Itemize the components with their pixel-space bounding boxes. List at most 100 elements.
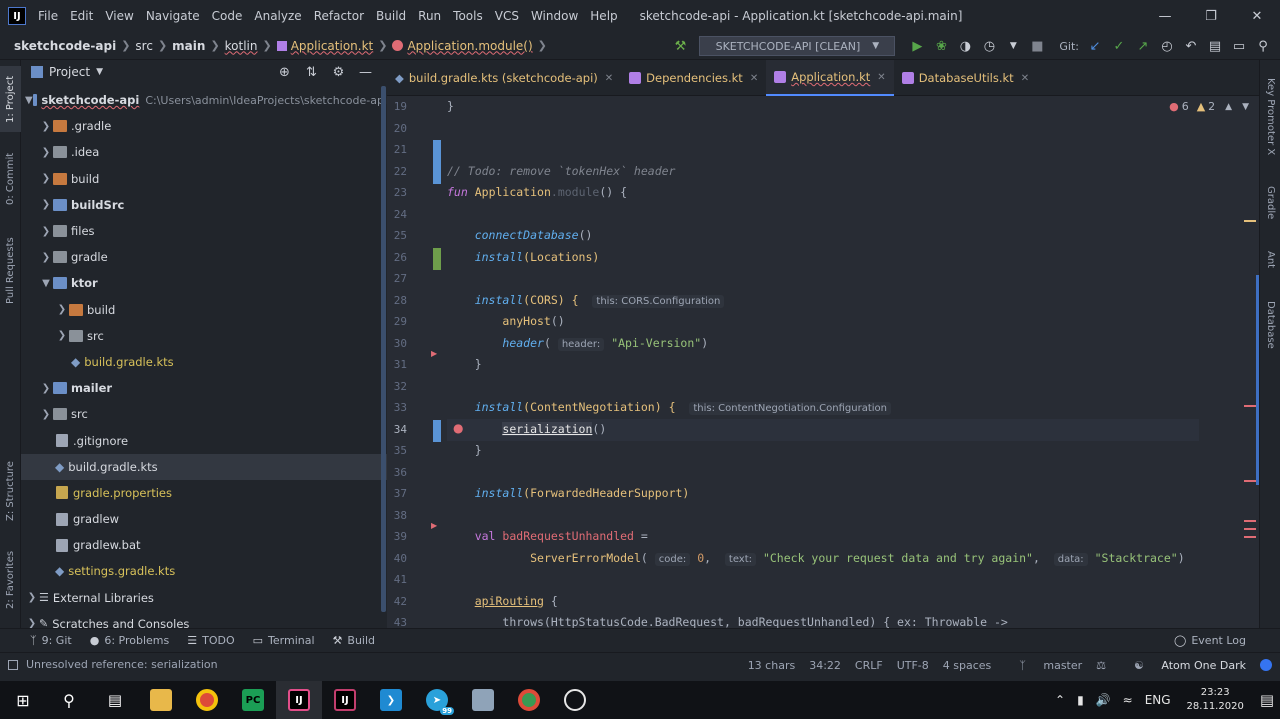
- tree-item-mailer[interactable]: ❯ mailer: [21, 375, 387, 401]
- language-indicator[interactable]: ENG: [1145, 693, 1171, 707]
- menu-refactor[interactable]: Refactor: [308, 0, 370, 32]
- breadcrumb-file[interactable]: Application.kt: [291, 39, 374, 53]
- debug-icon[interactable]: ❀: [930, 39, 952, 54]
- close-tab-icon[interactable]: ✕: [877, 72, 885, 83]
- file-encoding[interactable]: UTF-8: [897, 659, 929, 672]
- taskbar-intellij-2[interactable]: IJ: [322, 681, 368, 719]
- chevron-right-icon[interactable]: ❯: [25, 592, 39, 603]
- more-run-chevron-icon[interactable]: ▼: [1002, 41, 1024, 51]
- git-commit-icon[interactable]: ✓: [1108, 39, 1130, 54]
- tool-tab-pull-requests[interactable]: Pull Requests: [0, 226, 21, 316]
- error-stripe[interactable]: [1244, 405, 1256, 407]
- breadcrumb-project[interactable]: sketchcode-api: [14, 39, 116, 53]
- fold-marker-icon[interactable]: ▶: [431, 349, 437, 358]
- close-icon[interactable]: ✕: [1234, 0, 1280, 32]
- notification-icon[interactable]: [1260, 659, 1272, 671]
- error-stripe[interactable]: [1244, 520, 1256, 522]
- breadcrumb-main[interactable]: main: [172, 39, 205, 53]
- tree-item-gradle[interactable]: ❯ gradle: [21, 244, 387, 270]
- menu-help[interactable]: Help: [584, 0, 623, 32]
- menu-analyze[interactable]: Analyze: [248, 0, 307, 32]
- git-branch-widget[interactable]: ᛉ master: [1005, 659, 1082, 672]
- tree-item-files[interactable]: ❯ files: [21, 218, 387, 244]
- toggle-tool-windows-icon[interactable]: [8, 659, 18, 670]
- tool-tab-key-promoter[interactable]: Key Promoter X: [1260, 72, 1280, 162]
- tree-item-ktor-src[interactable]: ❯ src: [21, 323, 387, 349]
- tree-item-buildsrc[interactable]: ❯ buildSrc: [21, 192, 387, 218]
- tree-item-idea[interactable]: ❯ .idea: [21, 139, 387, 165]
- chevron-right-icon[interactable]: ❯: [39, 173, 53, 184]
- start-button[interactable]: ⊞: [0, 681, 46, 719]
- chevron-right-icon[interactable]: ❯: [39, 199, 53, 210]
- hammer-build-icon[interactable]: ⚒: [669, 39, 691, 54]
- theme-widget[interactable]: ☯ Atom One Dark: [1120, 659, 1246, 672]
- tree-item-gradle-properties[interactable]: gradle.properties: [21, 480, 387, 506]
- error-bulb-icon[interactable]: ●: [453, 421, 463, 435]
- menu-vcs[interactable]: VCS: [489, 0, 525, 32]
- taskbar-intellij[interactable]: IJ: [276, 681, 322, 719]
- tree-item-src[interactable]: ❯ src: [21, 401, 387, 427]
- taskbar-pycharm[interactable]: PC: [230, 681, 276, 719]
- menu-navigate[interactable]: Navigate: [140, 0, 206, 32]
- tool-tab-gradle[interactable]: Gradle: [1260, 178, 1280, 228]
- tree-item-build-gradle[interactable]: ◆ build.gradle.kts: [21, 453, 387, 480]
- rollback-icon[interactable]: ↶: [1180, 39, 1202, 54]
- tool-tab-structure[interactable]: Z: Structure: [0, 452, 21, 530]
- volume-icon[interactable]: 🔊: [1096, 693, 1111, 707]
- chevron-down-icon[interactable]: ▼: [25, 95, 33, 106]
- tool-tab-git[interactable]: ᛉ 9: Git: [30, 634, 72, 647]
- chevron-up-icon[interactable]: ▲: [1225, 102, 1232, 112]
- menu-build[interactable]: Build: [370, 0, 412, 32]
- git-push-icon[interactable]: ↗: [1132, 39, 1154, 54]
- hide-icon[interactable]: —: [352, 65, 379, 80]
- project-structure-icon[interactable]: ▤: [1204, 39, 1226, 54]
- chevron-down-icon[interactable]: ▼: [1242, 102, 1249, 112]
- presentation-icon[interactable]: ▭: [1228, 39, 1250, 54]
- search-button[interactable]: ⚲: [46, 681, 92, 719]
- error-stripe[interactable]: [1244, 480, 1256, 482]
- project-panel-title[interactable]: Project: [49, 65, 90, 79]
- git-update-icon[interactable]: ↙: [1084, 39, 1106, 54]
- tool-tab-todo[interactable]: ☰ TODO: [187, 634, 234, 647]
- lock-icon[interactable]: ⚖: [1096, 659, 1106, 672]
- tool-tab-problems[interactable]: ● 6: Problems: [90, 634, 170, 647]
- tab-database-utils[interactable]: DatabaseUtils.kt ✕: [894, 60, 1037, 96]
- menu-tools[interactable]: Tools: [447, 0, 489, 32]
- taskbar-vscode[interactable]: ❯: [368, 681, 414, 719]
- chevron-right-icon[interactable]: ❯: [39, 121, 53, 132]
- error-stripe[interactable]: [1244, 528, 1256, 530]
- tree-item-ktor-build-gradle[interactable]: ◆ build.gradle.kts: [21, 349, 387, 375]
- chevron-down-icon[interactable]: ▼: [96, 67, 103, 77]
- warning-stripe[interactable]: [1244, 220, 1256, 222]
- chevron-right-icon[interactable]: ❯: [39, 147, 53, 158]
- taskbar-github[interactable]: [552, 681, 598, 719]
- breadcrumb-function[interactable]: Application.module(): [407, 39, 532, 53]
- tree-item-gradlew[interactable]: gradlew: [21, 506, 387, 532]
- chevron-up-icon[interactable]: ⌃: [1055, 693, 1065, 707]
- tree-item-gradlew-bat[interactable]: gradlew.bat: [21, 532, 387, 558]
- clock[interactable]: 23:23 28.11.2020: [1187, 686, 1244, 714]
- run-configuration-select[interactable]: SKETCHCODE-API [CLEAN] ▼: [699, 36, 896, 56]
- chevron-right-icon[interactable]: ❯: [55, 304, 69, 315]
- breadcrumb-kotlin[interactable]: kotlin: [225, 39, 258, 53]
- menu-window[interactable]: Window: [525, 0, 584, 32]
- chevron-right-icon[interactable]: ❯: [55, 330, 69, 341]
- event-log-button[interactable]: ◯ Event Log: [1174, 634, 1246, 647]
- line-separator[interactable]: CRLF: [855, 659, 883, 672]
- menu-run[interactable]: Run: [412, 0, 447, 32]
- profile-icon[interactable]: ◷: [978, 39, 1000, 54]
- close-tab-icon[interactable]: ✕: [750, 73, 758, 84]
- notifications-icon[interactable]: ▤: [1260, 691, 1274, 709]
- tool-tab-favorites[interactable]: 2: Favorites: [0, 542, 21, 618]
- menu-view[interactable]: View: [99, 0, 139, 32]
- tool-tab-database[interactable]: Database: [1260, 292, 1280, 358]
- gear-icon[interactable]: ⚙: [325, 65, 352, 80]
- project-panel-scrollbar[interactable]: [381, 86, 386, 612]
- taskbar-explorer[interactable]: [138, 681, 184, 719]
- battery-icon[interactable]: ▮: [1077, 693, 1084, 707]
- tab-build-gradle[interactable]: ◆ build.gradle.kts (sketchcode-api) ✕: [387, 60, 621, 96]
- locate-icon[interactable]: ⊕: [271, 65, 298, 80]
- tab-dependencies[interactable]: Dependencies.kt ✕: [621, 60, 766, 96]
- indent-setting[interactable]: 4 spaces: [943, 659, 992, 672]
- code-editor[interactable]: } // Todo: remove `tokenHex` header fun …: [447, 96, 1237, 628]
